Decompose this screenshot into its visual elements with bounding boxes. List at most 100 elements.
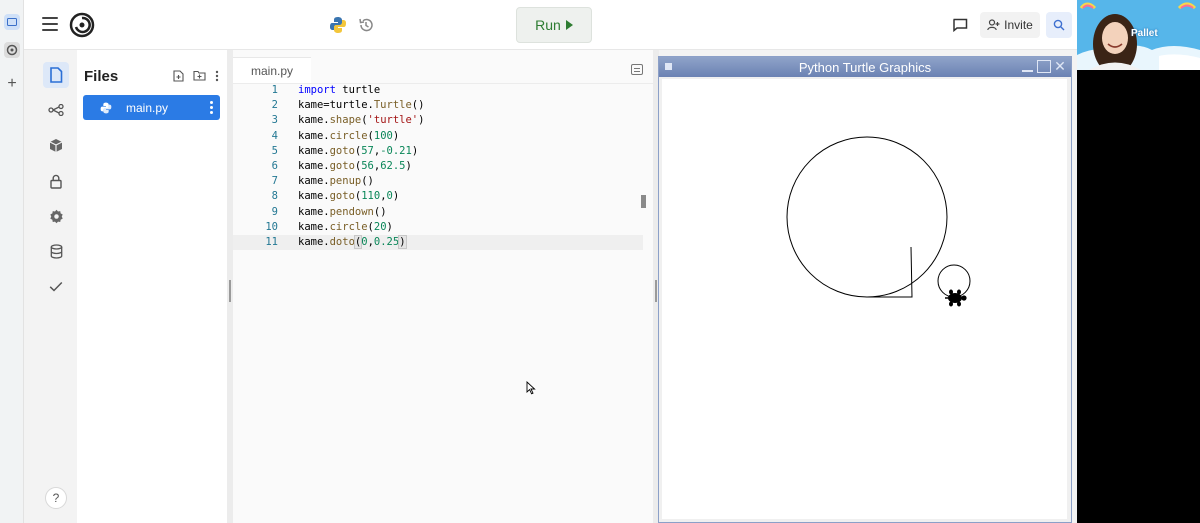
turtle-window-titlebar[interactable]: Python Turtle Graphics ✕ — [659, 57, 1071, 77]
code-text: kame.circle(20) — [298, 220, 393, 233]
code-line[interactable]: 4 kame.circle(100) — [233, 129, 643, 144]
git-tool[interactable] — [43, 97, 69, 123]
packages-tool[interactable] — [43, 132, 69, 158]
invite-button[interactable]: Invite — [980, 12, 1040, 38]
code-text: kame=turtle.Turtle() — [298, 99, 425, 112]
logo-icon[interactable] — [69, 12, 95, 38]
search-icon — [1053, 19, 1065, 31]
add-user-icon — [987, 19, 1000, 31]
mouse-cursor-icon — [526, 381, 536, 395]
invite-label: Invite — [1004, 18, 1033, 32]
turtle-window: Python Turtle Graphics ✕ — [658, 56, 1072, 523]
splitter-grip[interactable] — [229, 280, 231, 302]
webcam-feed: Pallet — [1077, 0, 1200, 70]
history-icon[interactable] — [357, 16, 375, 34]
new-file-icon[interactable] — [173, 70, 184, 82]
line-number: 9 — [271, 205, 278, 218]
editor-scrollbar[interactable] — [641, 195, 646, 208]
webcam-brand: Pallet — [1131, 28, 1158, 39]
help-button[interactable]: ? — [45, 487, 67, 509]
line-number: 8 — [271, 190, 278, 203]
line-number: 11 — [265, 235, 278, 248]
line-number: 2 — [271, 99, 278, 112]
more-icon[interactable] — [215, 70, 219, 82]
minimize-icon[interactable] — [1021, 60, 1035, 73]
editor-menu-icon[interactable] — [631, 64, 643, 75]
line-number: 7 — [271, 175, 278, 188]
code-text: kame.goto(56,62.5) — [298, 159, 412, 172]
maximize-icon[interactable] — [1037, 60, 1051, 73]
settings-tool[interactable] — [43, 203, 69, 229]
new-folder-icon[interactable] — [193, 70, 206, 81]
code-line[interactable]: 7 kame.penup() — [233, 174, 643, 189]
splitter-grip[interactable] — [655, 280, 657, 302]
database-tool[interactable] — [43, 238, 69, 264]
turtle-canvas — [662, 79, 1067, 519]
window-icon — [7, 18, 17, 26]
code-area[interactable]: 1 import turtle 2 kame=turtle.Turtle() 3 kame… — [233, 83, 643, 251]
run-button[interactable]: Run — [516, 7, 592, 43]
tests-tool[interactable] — [43, 273, 69, 299]
secrets-tool[interactable] — [43, 168, 69, 194]
code-line[interactable]: 3 kame.shape('turtle') — [233, 113, 643, 128]
chat-icon[interactable] — [952, 18, 968, 32]
menu-icon[interactable] — [42, 17, 58, 31]
code-text: kame.shape('turtle') — [298, 114, 425, 127]
help-icon: ? — [52, 491, 60, 505]
line-number: 10 — [265, 220, 278, 233]
python-file-icon — [100, 102, 112, 113]
file-item-main-py[interactable]: main.py — [83, 95, 220, 120]
add-tab-icon[interactable]: + — [4, 75, 20, 92]
files-title: Files — [84, 68, 119, 85]
database-icon — [50, 243, 62, 259]
code-line[interactable]: 8 kame.goto(110,0) — [233, 189, 643, 204]
browser-side-strip: + — [0, 0, 24, 523]
goto-path-drawing — [867, 246, 913, 298]
play-icon — [565, 20, 573, 30]
file-icon — [50, 67, 63, 83]
circle-icon — [6, 44, 18, 56]
turtle-window-title: Python Turtle Graphics — [798, 59, 932, 75]
files-panel: Files main.py — [77, 50, 227, 523]
code-text: kame.pendown() — [298, 205, 387, 218]
big-circle-drawing — [786, 136, 948, 298]
code-text: kame.goto(110,0) — [298, 190, 400, 203]
run-label: Run — [535, 17, 561, 33]
line-number: 1 — [271, 84, 278, 96]
webcam-background — [1077, 70, 1200, 523]
window-app-icon — [665, 63, 672, 70]
line-number: 5 — [271, 144, 278, 157]
lock-icon — [50, 174, 62, 189]
python-icon[interactable] — [329, 16, 347, 34]
turtle-icon — [945, 289, 967, 307]
file-item-label: main.py — [126, 100, 169, 115]
file-options-icon[interactable] — [210, 101, 213, 116]
code-line[interactable]: 6 kame.goto(56,62.5) — [233, 159, 643, 174]
check-icon — [49, 281, 63, 292]
line-number: 6 — [271, 159, 278, 172]
code-line[interactable]: 11 kame.doto(0,0.25) — [233, 234, 643, 251]
code-line[interactable]: 9 kame.pendown() — [233, 205, 643, 220]
gear-icon — [49, 209, 63, 223]
code-line[interactable]: 2 kame=turtle.Turtle() — [233, 98, 643, 113]
tab-main-py[interactable]: main.py — [233, 57, 311, 84]
code-text: kame.penup() — [298, 175, 374, 188]
code-text: kame.doto(0,0.25) — [298, 234, 407, 249]
line-number: 4 — [271, 129, 278, 142]
code-line[interactable]: 5 kame.goto(57,-0.21) — [233, 144, 643, 159]
close-icon[interactable]: ✕ — [1053, 59, 1067, 73]
file-tools — [173, 70, 219, 82]
code-text: import turtle — [298, 84, 381, 96]
code-text: kame.circle(100) — [298, 129, 400, 142]
code-line[interactable]: 10 kame.circle(20) — [233, 220, 643, 235]
code-line[interactable]: 1 import turtle — [233, 83, 643, 98]
replit-tab-icon[interactable] — [4, 42, 20, 58]
activity-bar: ? — [33, 50, 77, 523]
app-window: + Run Invite ? Files main.py main.py 1 i… — [0, 0, 1200, 523]
files-tool[interactable] — [43, 62, 69, 88]
search-button[interactable] — [1046, 12, 1072, 38]
tab-icon[interactable] — [4, 14, 20, 30]
share-icon — [48, 104, 64, 116]
code-editor: main.py 1 import turtle 2 kame=turtle.Turtl… — [233, 50, 653, 523]
line-number: 3 — [271, 114, 278, 127]
